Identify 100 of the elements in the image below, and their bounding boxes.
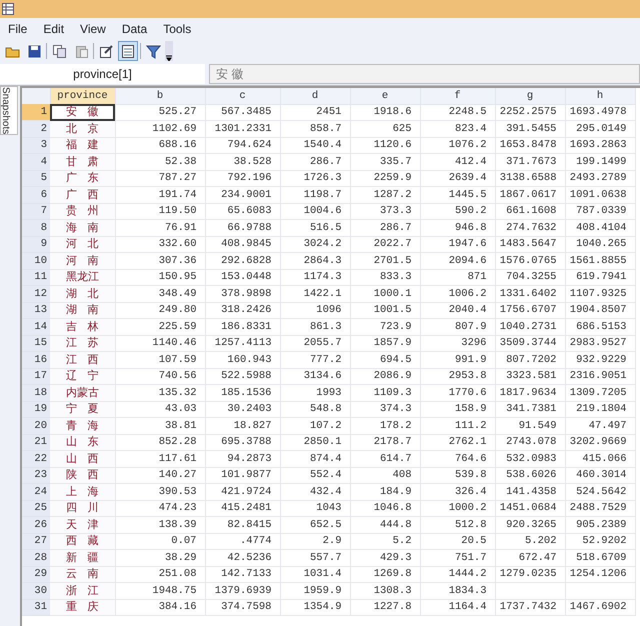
province-cell[interactable]: 湖 北 <box>50 286 115 302</box>
number-cell[interactable]: 408.9845 <box>205 236 280 252</box>
number-cell[interactable]: 38.29 <box>115 550 205 566</box>
number-cell[interactable]: 2252.2575 <box>495 104 565 120</box>
number-cell[interactable]: 378.9898 <box>205 286 280 302</box>
province-cell[interactable]: 湖 南 <box>50 302 115 318</box>
number-cell[interactable]: 107.2 <box>280 418 350 434</box>
province-cell[interactable]: 上 海 <box>50 484 115 500</box>
province-cell[interactable]: 广 西 <box>50 186 115 203</box>
number-cell[interactable]: 1445.5 <box>420 186 495 203</box>
number-cell[interactable]: 1001.5 <box>350 302 420 318</box>
number-cell[interactable]: 0.07 <box>115 533 205 550</box>
number-cell[interactable]: 52.9202 <box>565 533 635 550</box>
number-cell[interactable]: 251.08 <box>115 566 205 582</box>
number-cell[interactable]: 787.27 <box>115 170 205 186</box>
number-cell[interactable]: 661.1608 <box>495 203 565 220</box>
number-cell[interactable]: 991.9 <box>420 352 495 368</box>
number-cell[interactable]: 807.7202 <box>495 352 565 368</box>
menu-item[interactable]: View <box>80 20 106 38</box>
number-cell[interactable]: 1006.2 <box>420 286 495 302</box>
number-cell[interactable]: 1959.9 <box>280 582 350 599</box>
snapshots-tab[interactable]: Snapshots <box>0 86 18 136</box>
number-cell[interactable]: 1227.8 <box>350 599 420 616</box>
number-cell[interactable]: 460.3014 <box>565 467 635 484</box>
number-cell[interactable]: 52.38 <box>115 154 205 170</box>
number-cell[interactable]: 138.39 <box>115 516 205 533</box>
number-cell[interactable]: 286.7 <box>350 220 420 236</box>
number-cell[interactable]: 1867.0617 <box>495 186 565 203</box>
province-cell[interactable]: 重 庆 <box>50 599 115 616</box>
row-number[interactable]: 5 <box>22 170 50 186</box>
number-cell[interactable]: 5.2 <box>350 533 420 550</box>
number-cell[interactable]: 1000.2 <box>420 500 495 516</box>
number-cell[interactable]: 432.4 <box>280 484 350 500</box>
number-cell[interactable]: 82.8415 <box>205 516 280 533</box>
number-cell[interactable]: 1287.2 <box>350 186 420 203</box>
province-cell[interactable]: 贵 州 <box>50 203 115 220</box>
number-cell[interactable]: 415.066 <box>565 450 635 467</box>
number-cell[interactable]: 1817.9634 <box>495 384 565 401</box>
number-cell[interactable]: 723.9 <box>350 318 420 335</box>
number-cell[interactable]: 672.47 <box>495 550 565 566</box>
number-cell[interactable]: 43.03 <box>115 401 205 418</box>
number-cell[interactable]: 823.4 <box>420 120 495 137</box>
number-cell[interactable]: 307.36 <box>115 252 205 269</box>
number-cell[interactable]: 3323.581 <box>495 368 565 384</box>
number-cell[interactable]: 1451.0684 <box>495 500 565 516</box>
number-cell[interactable]: 1109.3 <box>350 384 420 401</box>
number-cell[interactable]: 2022.7 <box>350 236 420 252</box>
row-number[interactable]: 27 <box>22 533 50 550</box>
number-cell[interactable]: 1947.6 <box>420 236 495 252</box>
number-cell[interactable]: 512.8 <box>420 516 495 533</box>
number-cell[interactable]: 524.5642 <box>565 484 635 500</box>
number-cell[interactable]: 2094.6 <box>420 252 495 269</box>
number-cell[interactable]: 548.8 <box>280 401 350 418</box>
number-cell[interactable]: 625 <box>350 120 420 137</box>
row-number[interactable]: 12 <box>22 286 50 302</box>
province-cell[interactable]: 辽 宁 <box>50 368 115 384</box>
number-cell[interactable]: 101.9877 <box>205 467 280 484</box>
number-cell[interactable]: 1756.6707 <box>495 302 565 318</box>
province-cell[interactable]: 广 东 <box>50 170 115 186</box>
number-cell[interactable]: 474.23 <box>115 500 205 516</box>
number-cell[interactable]: 1257.4113 <box>205 335 280 352</box>
number-cell[interactable]: 415.2481 <box>205 500 280 516</box>
number-cell[interactable]: 2639.4 <box>420 170 495 186</box>
number-cell[interactable]: 318.2426 <box>205 302 280 318</box>
province-cell[interactable]: 黑龙江 <box>50 269 115 286</box>
menu-item[interactable]: Tools <box>163 20 192 38</box>
number-cell[interactable]: 326.4 <box>420 484 495 500</box>
number-cell[interactable]: 1040.265 <box>565 236 635 252</box>
number-cell[interactable]: 421.9724 <box>205 484 280 500</box>
number-cell[interactable]: 807.9 <box>420 318 495 335</box>
number-cell[interactable]: 30.2403 <box>205 401 280 418</box>
number-cell[interactable]: 2983.9527 <box>565 335 635 352</box>
number-cell[interactable]: 5.202 <box>495 533 565 550</box>
number-cell[interactable]: 1000.1 <box>350 286 420 302</box>
number-cell[interactable]: 1198.7 <box>280 186 350 203</box>
number-cell[interactable]: 412.4 <box>420 154 495 170</box>
number-cell[interactable]: 1857.9 <box>350 335 420 352</box>
number-cell[interactable]: 1354.9 <box>280 599 350 616</box>
number-cell[interactable]: 619.7941 <box>565 269 635 286</box>
number-cell[interactable]: 2850.1 <box>280 434 350 450</box>
number-cell[interactable]: 2451 <box>280 104 350 120</box>
number-cell[interactable]: 408.4104 <box>565 220 635 236</box>
province-cell[interactable]: 吉 林 <box>50 318 115 335</box>
number-cell[interactable]: 107.59 <box>115 352 205 368</box>
number-cell[interactable]: 429.3 <box>350 550 420 566</box>
number-cell[interactable]: 2864.3 <box>280 252 350 269</box>
number-cell[interactable]: 518.6709 <box>565 550 635 566</box>
number-cell[interactable]: 787.0339 <box>565 203 635 220</box>
number-cell[interactable]: 1031.4 <box>280 566 350 582</box>
province-cell[interactable]: 甘 肃 <box>50 154 115 170</box>
number-cell[interactable]: 1422.1 <box>280 286 350 302</box>
number-cell[interactable]: 777.2 <box>280 352 350 368</box>
number-cell[interactable]: 1076.2 <box>420 137 495 154</box>
number-cell[interactable]: 1269.8 <box>350 566 420 582</box>
row-number[interactable]: 31 <box>22 599 50 616</box>
row-number[interactable]: 16 <box>22 352 50 368</box>
number-cell[interactable]: 341.7381 <box>495 401 565 418</box>
number-cell[interactable]: 65.6083 <box>205 203 280 220</box>
number-cell[interactable]: 1164.4 <box>420 599 495 616</box>
number-cell[interactable]: 140.27 <box>115 467 205 484</box>
